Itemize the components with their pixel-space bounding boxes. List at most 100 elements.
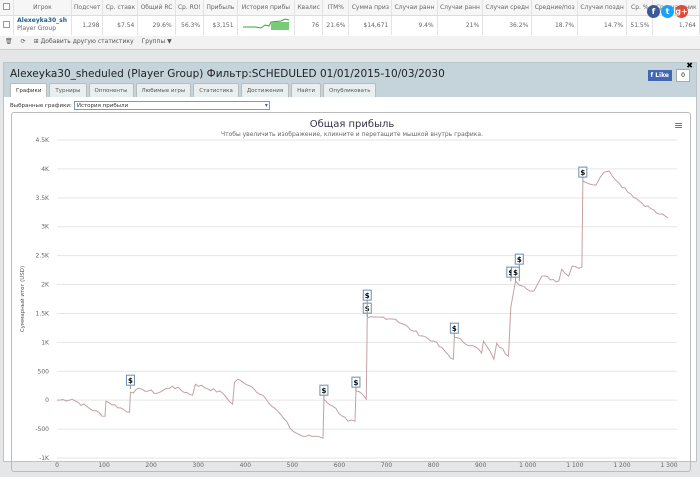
stats-table: Игрок Подсчет Ср. ставк Общий RC Ср. RO! Приб… bbox=[0, 0, 700, 35]
column-header[interactable]: ITM% bbox=[322, 0, 350, 16]
facebook-like-button[interactable]: f Like bbox=[647, 70, 672, 81]
groups-button[interactable]: Группы ▼ bbox=[142, 38, 172, 47]
dollar-icon: $ bbox=[517, 256, 522, 264]
chart-title: Общая прибыль bbox=[310, 119, 395, 130]
profit-series bbox=[56, 170, 669, 439]
y-tick-label: 2K bbox=[41, 282, 50, 289]
column-header[interactable]: Ср. ставк bbox=[102, 0, 139, 16]
select-label: Выбранные графики: bbox=[10, 102, 72, 109]
social-buttons: f t g+ bbox=[647, 5, 688, 18]
y-tick-label: 1K bbox=[41, 339, 50, 346]
y-tick-label: 2.5K bbox=[36, 253, 51, 260]
column-header[interactable] bbox=[0, 0, 15, 16]
column-header[interactable]: Средние/поз bbox=[531, 0, 579, 16]
select-value: История прибыли bbox=[76, 103, 129, 109]
chart-select[interactable]: История прибыли ▾ bbox=[73, 101, 270, 110]
stat-cell: 56.3% bbox=[175, 15, 205, 35]
dollar-icon: $ bbox=[452, 325, 457, 333]
x-tick-label: 1 100 bbox=[566, 462, 583, 469]
player-cell[interactable]: Alexeyka30_sh Player Group bbox=[13, 15, 72, 35]
chart-selector: Выбранные графики: История прибыли ▾ bbox=[10, 101, 270, 110]
column-header[interactable]: Подсчет bbox=[71, 0, 104, 16]
table-toolbar: 🗑 ⟳ ⊞ Добавить другую статистику Группы … bbox=[0, 36, 700, 49]
chevron-down-icon: ▾ bbox=[264, 102, 268, 109]
tab-7[interactable]: Опубликовать bbox=[323, 83, 377, 97]
x-tick-label: 900 bbox=[475, 462, 487, 469]
trash-icon[interactable]: 🗑 bbox=[5, 38, 13, 47]
chart-container[interactable]: Общая прибыль Чтобы увеличить изображение… bbox=[11, 112, 691, 472]
tab-0[interactable]: Графики bbox=[10, 83, 48, 97]
column-header[interactable]: Квалис bbox=[294, 0, 324, 16]
google-plus-icon[interactable]: g+ bbox=[675, 5, 688, 18]
twitter-icon[interactable]: t bbox=[661, 5, 674, 18]
column-header[interactable]: История прибы bbox=[237, 0, 296, 16]
y-axis-label: Суммарный итог (USD) bbox=[19, 266, 26, 332]
refresh-icon[interactable]: ⟳ bbox=[21, 38, 26, 47]
dollar-icon: $ bbox=[354, 379, 359, 387]
stat-cell bbox=[237, 15, 296, 35]
stat-cell: 51.5% bbox=[626, 15, 654, 35]
profit-chart[interactable]: Общая прибыльЧтобы увеличить изображение… bbox=[12, 113, 692, 473]
add-stat-button[interactable]: ⊞ Добавить другую статистику bbox=[34, 38, 134, 47]
x-tick-label: 400 bbox=[240, 462, 252, 469]
stat-cell: $14,671 bbox=[348, 15, 393, 35]
panel-tabs: Графики Турниры Оппоненты Любимые игры Стати… bbox=[10, 83, 377, 97]
player-panel: Alexeyka30_sheduled (Player Group) Фильт… bbox=[3, 61, 697, 472]
like-count: 0 bbox=[676, 69, 690, 82]
x-tick-label: 0 bbox=[55, 462, 59, 469]
menu-icon[interactable]: ≡ bbox=[674, 119, 683, 132]
x-tick-label: 1 000 bbox=[519, 462, 536, 469]
stat-cell: $3,151 bbox=[203, 15, 238, 35]
y-tick-label: 3K bbox=[41, 224, 50, 231]
dollar-icon: $ bbox=[128, 377, 133, 385]
tab-6[interactable]: Найти bbox=[291, 83, 322, 97]
dollar-icon: $ bbox=[321, 387, 326, 395]
dollar-icon: $ bbox=[365, 292, 370, 300]
x-tick-label: 600 bbox=[334, 462, 346, 469]
column-header[interactable]: Случаи поздн bbox=[577, 0, 628, 16]
add-stat-label: Добавить другую статистику bbox=[40, 38, 134, 45]
panel-header: Alexeyka30_sheduled (Player Group) Фильт… bbox=[4, 61, 696, 97]
stat-cell: $7.54 bbox=[102, 15, 139, 35]
like-label: Like bbox=[655, 72, 669, 79]
tab-4[interactable]: Статистика bbox=[193, 83, 239, 97]
panel-title: Alexeyka30_sheduled (Player Group) Фильт… bbox=[10, 68, 445, 80]
column-header[interactable]: Случаи средн bbox=[482, 0, 533, 16]
facebook-icon[interactable]: f bbox=[647, 5, 660, 18]
stat-cell: 1,764 bbox=[652, 15, 700, 35]
checkbox-cell bbox=[0, 15, 15, 35]
stat-cell: 1,298 bbox=[71, 15, 104, 35]
column-header[interactable]: Общий RC bbox=[137, 0, 176, 16]
column-header[interactable]: Прибыль bbox=[203, 0, 238, 16]
y-tick-label: 0 bbox=[45, 397, 49, 404]
y-tick-label: 3.5K bbox=[36, 195, 51, 202]
x-tick-label: 500 bbox=[287, 462, 299, 469]
player-name[interactable]: Alexeyka30_sh bbox=[17, 17, 67, 24]
x-tick-label: 1 200 bbox=[613, 462, 630, 469]
chart-subtitle: Чтобы увеличить изображение, кликните и … bbox=[221, 131, 483, 138]
x-tick-label: 300 bbox=[193, 462, 205, 469]
y-tick-label: -500 bbox=[35, 426, 49, 433]
tab-2[interactable]: Оппоненты bbox=[88, 83, 134, 97]
column-header[interactable]: Ср. RO! bbox=[175, 0, 205, 16]
stat-cell: 14.7% bbox=[577, 15, 628, 35]
x-tick-label: 700 bbox=[381, 462, 393, 469]
tab-1[interactable]: Турниры bbox=[49, 83, 87, 97]
row-checkbox[interactable] bbox=[3, 20, 11, 28]
y-tick-label: -1K bbox=[39, 455, 50, 462]
tab-5[interactable]: Достижения bbox=[240, 83, 290, 97]
select-all-checkbox[interactable] bbox=[3, 2, 11, 10]
stat-cell: 21% bbox=[437, 15, 484, 35]
stat-cell: 76 bbox=[294, 15, 324, 35]
y-tick-label: 4K bbox=[41, 166, 50, 173]
column-header[interactable]: Сумма приз bbox=[348, 0, 393, 16]
tab-3[interactable]: Любимые игры bbox=[135, 83, 192, 97]
column-header[interactable]: Случаи ранн bbox=[437, 0, 484, 16]
y-tick-label: 1.5K bbox=[36, 310, 51, 317]
stat-cell: 36.2% bbox=[482, 15, 533, 35]
column-header[interactable]: Случаи ранн bbox=[391, 0, 438, 16]
y-tick-label: 4.5K bbox=[36, 137, 51, 144]
column-header[interactable]: Игрок bbox=[13, 0, 72, 16]
player-group: Player Group bbox=[17, 25, 57, 33]
x-tick-label: 200 bbox=[145, 462, 157, 469]
